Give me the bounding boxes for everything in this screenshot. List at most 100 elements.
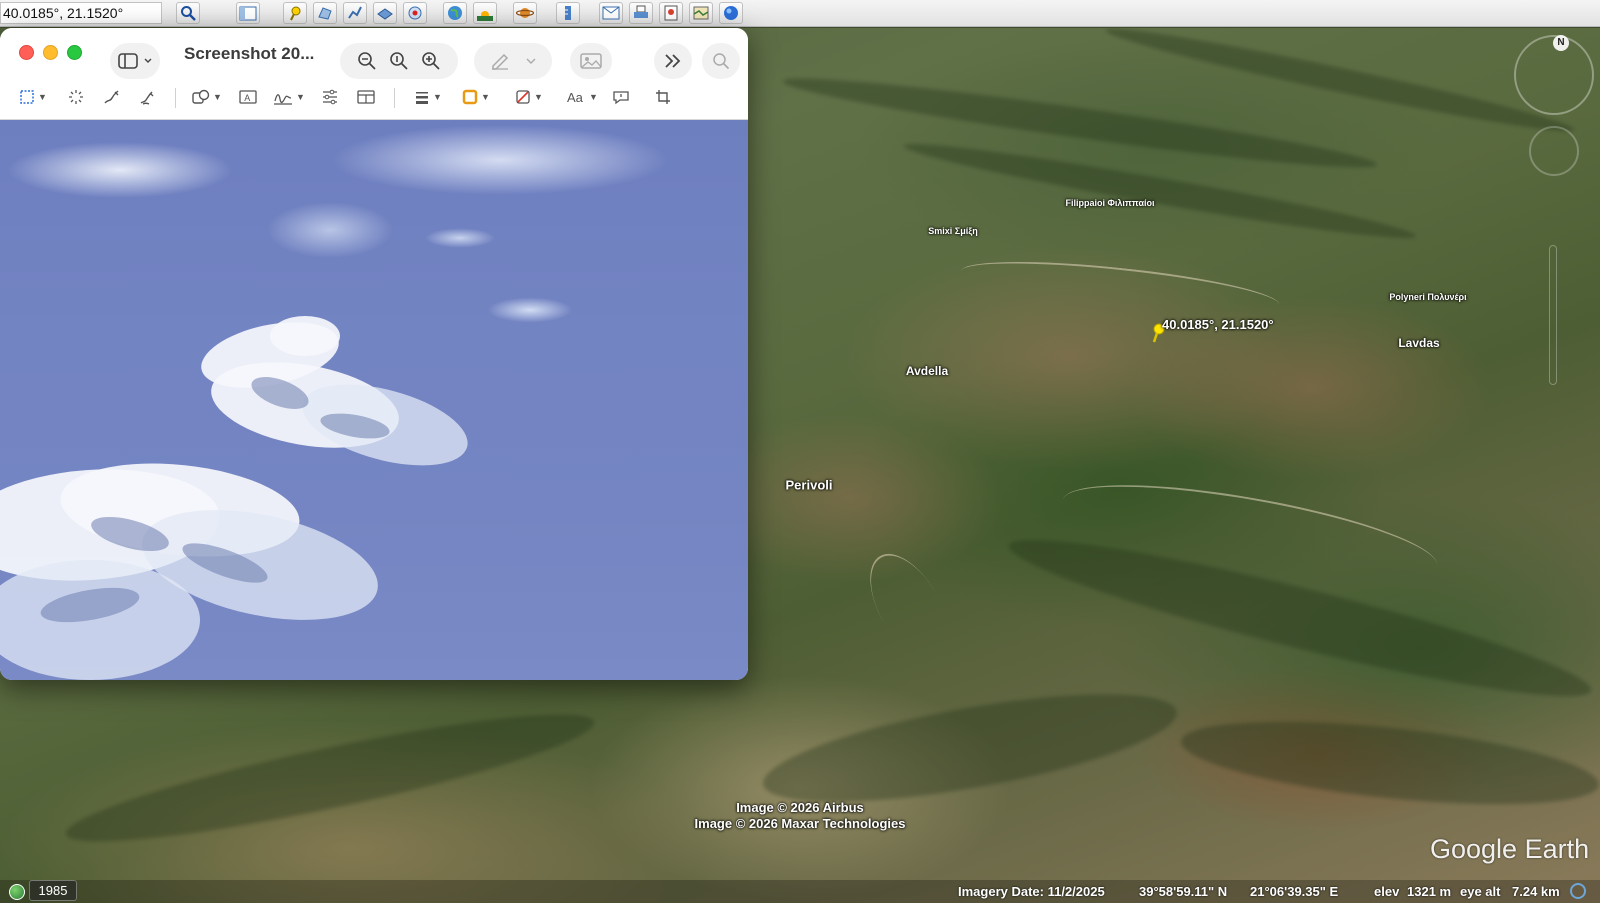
zoom-slider[interactable] <box>1549 245 1557 385</box>
earth-gallery-icon <box>724 6 738 20</box>
zoom-out-icon[interactable] <box>357 51 377 71</box>
place-label[interactable]: Filippaioi Φιλιππαίοι <box>1066 198 1155 208</box>
crop-tool[interactable] <box>655 87 671 107</box>
magic-wand-icon <box>69 90 83 104</box>
window-title: Screenshot 20... <box>184 44 315 63</box>
sidebar-icon <box>118 53 138 69</box>
longitude-readout: 21°06'39.35" E <box>1250 884 1339 899</box>
image-icon <box>580 53 602 69</box>
planets-icon <box>516 8 534 18</box>
elevation-label: elev <box>1374 884 1400 899</box>
earth-toolbar: 40.0185°, 21.1520° <box>0 0 1600 27</box>
view-in-maps-icon <box>693 6 709 20</box>
image-overlay-button[interactable] <box>373 2 397 24</box>
chevron-down-icon: ▼ <box>589 92 598 102</box>
chevron-down-icon: ▼ <box>213 92 222 102</box>
draw-tool[interactable] <box>139 87 157 107</box>
shapes-icon <box>192 89 210 104</box>
historical-year-badge[interactable]: 1985 <box>29 880 77 901</box>
instant-alpha-tool[interactable] <box>68 87 84 107</box>
earth-gallery-button[interactable] <box>719 2 743 24</box>
historical-imagery-globe-icon[interactable] <box>9 884 25 900</box>
resize-icon <box>357 90 375 104</box>
zoom-in-icon[interactable] <box>421 51 441 71</box>
historical-imagery-icon <box>448 6 462 20</box>
chevron-down-icon: ▼ <box>433 92 442 102</box>
more-tools-button[interactable] <box>654 43 692 79</box>
adjust-color-tool[interactable] <box>322 87 338 107</box>
print-button[interactable] <box>629 2 653 24</box>
draw-icon <box>140 91 154 105</box>
text-style-icon: Aa <box>567 90 584 105</box>
preview-titlebar: Screenshot 20... ▼ ▼ A ▼ ▼ ▼ ▼ Aa ▼ <box>0 28 748 120</box>
sunlight-button[interactable] <box>473 2 497 24</box>
svg-text:Aa: Aa <box>567 90 584 105</box>
ruler-button[interactable] <box>556 2 580 24</box>
view-in-maps-button[interactable] <box>689 2 713 24</box>
save-image-icon <box>664 5 678 21</box>
record-tour-icon <box>408 6 422 20</box>
minimize-window-button[interactable] <box>43 45 58 60</box>
look-joystick[interactable] <box>1529 126 1579 176</box>
place-label[interactable]: Polyneri Πολυνέρι <box>1389 292 1466 302</box>
eye-alt-value: 7.24 km <box>1512 884 1560 899</box>
email-icon <box>602 6 620 20</box>
sidebar-toggle-button[interactable] <box>236 2 260 24</box>
add-polygon-button[interactable] <box>313 2 337 24</box>
compass-north-icon[interactable]: N <box>1553 35 1569 51</box>
add-path-button[interactable] <box>343 2 367 24</box>
sketch-tool[interactable] <box>103 87 121 107</box>
place-label[interactable]: Perivoli <box>786 478 833 493</box>
preview-window[interactable]: Screenshot 20... ▼ ▼ A ▼ ▼ ▼ ▼ Aa ▼ <box>0 28 748 680</box>
google-earth-logo: Google Earth <box>1430 834 1590 864</box>
sketch-icon <box>104 90 119 104</box>
imagery-copyright: Image © 2026 Airbus Image © 2026 Maxar T… <box>620 800 980 832</box>
selection-tool[interactable]: ▼ <box>19 87 47 107</box>
search-input[interactable]: 40.0185°, 21.1520° <box>0 2 162 24</box>
place-label[interactable]: Avdella <box>906 364 948 378</box>
sign-tool[interactable]: ▼ <box>273 87 305 107</box>
border-color-icon <box>462 89 478 105</box>
text-tool[interactable]: A <box>239 87 257 107</box>
adjust-size-tool[interactable] <box>357 87 375 107</box>
markup-toolbar-toggle[interactable] <box>474 43 552 79</box>
actual-size-icon[interactable] <box>389 51 409 71</box>
planets-button[interactable] <box>513 2 537 24</box>
placemark-label[interactable]: 40.0185°, 21.1520° <box>1162 317 1274 332</box>
add-polygon-icon <box>318 7 332 20</box>
copyright-line: Image © 2026 Maxar Technologies <box>694 816 906 831</box>
search-button[interactable] <box>176 2 200 24</box>
chevron-down-icon: ▼ <box>481 92 490 102</box>
line-style-tool[interactable]: ▼ <box>414 87 442 107</box>
line-weight-icon <box>416 92 428 104</box>
historical-imagery-button[interactable] <box>443 2 467 24</box>
place-label[interactable]: Lavdas <box>1398 336 1439 350</box>
close-window-button[interactable] <box>19 45 34 60</box>
save-image-button[interactable] <box>659 2 683 24</box>
image-adjust-button[interactable] <box>570 43 612 79</box>
maximize-window-button[interactable] <box>67 45 82 60</box>
status-bar: Imagery Date: 11/2/2025 39°58'59.11" N 2… <box>0 880 1600 903</box>
record-tour-button[interactable] <box>403 2 427 24</box>
shapes-tool[interactable]: ▼ <box>192 87 222 107</box>
border-color-tool[interactable]: ▼ <box>462 87 490 107</box>
text-box-icon: A <box>239 90 257 104</box>
double-chevron-right-icon <box>665 54 681 68</box>
latitude-readout: 39°58'59.11" N <box>1139 884 1228 899</box>
toolbar-divider <box>394 88 395 108</box>
place-label[interactable]: Smixi Σμίξη <box>928 226 977 236</box>
annotate-tool[interactable] <box>612 87 630 107</box>
text-style-tool[interactable]: Aa ▼ <box>566 87 598 107</box>
add-placemark-button[interactable] <box>283 2 307 24</box>
crop-icon <box>656 90 670 104</box>
fill-color-icon <box>516 90 530 104</box>
imagery-date: Imagery Date: 11/2/2025 <box>958 884 1105 899</box>
pen-icon <box>492 53 509 70</box>
email-button[interactable] <box>599 2 623 24</box>
ruler-icon <box>565 6 571 20</box>
fill-color-tool[interactable]: ▼ <box>515 87 543 107</box>
sidebar-view-button[interactable] <box>110 43 160 79</box>
speech-bubble-icon <box>613 91 629 105</box>
search-button[interactable] <box>702 43 740 79</box>
add-placemark-icon <box>290 6 301 21</box>
